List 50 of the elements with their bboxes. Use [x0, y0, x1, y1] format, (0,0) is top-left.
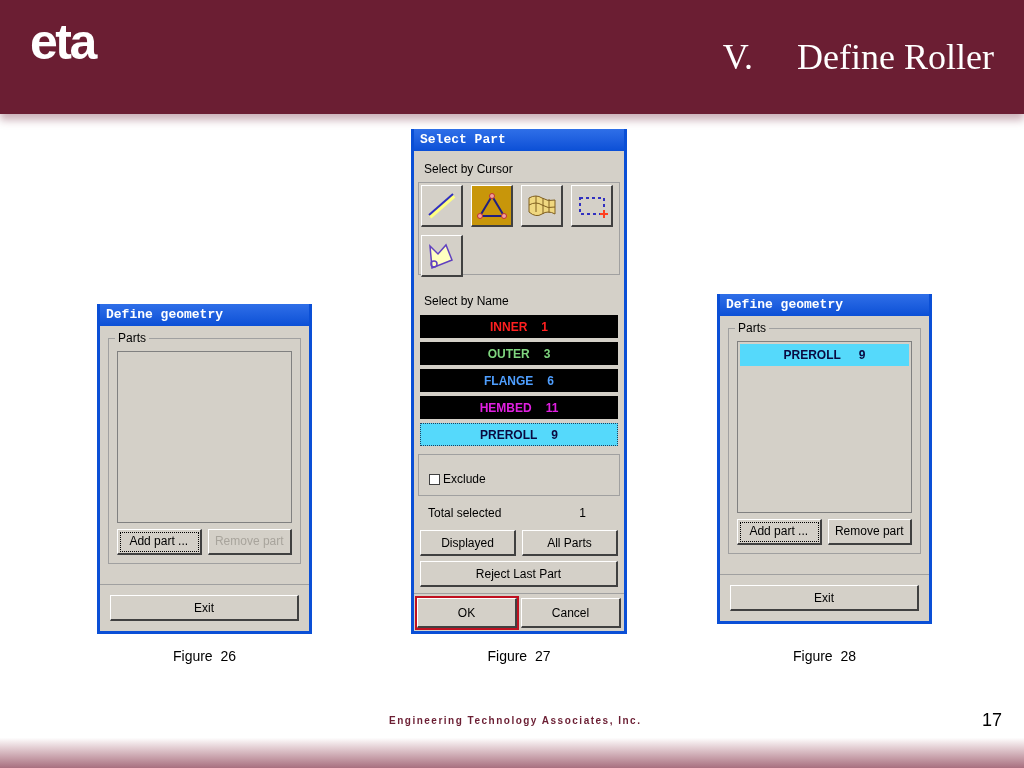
group-label: Parts — [115, 330, 149, 345]
logo: eta — [30, 17, 95, 67]
company-name: Engineering Technology Associates, Inc. — [389, 714, 642, 728]
tool-button[interactable] — [471, 185, 513, 227]
part-row[interactable]: FLANGE 6 — [420, 369, 618, 392]
window-title: Define geometry — [100, 303, 309, 326]
part-row[interactable]: PREROLL 9 — [420, 423, 618, 446]
window-title: Define geometry — [720, 293, 929, 316]
exclude-checkbox[interactable]: Exclude — [429, 470, 486, 488]
figure-caption: Figure 26 — [172, 647, 236, 666]
figure-caption: Figure 27 — [487, 647, 551, 666]
part-row[interactable]: INNER 1 — [420, 315, 618, 338]
part-number: 6 — [547, 372, 554, 390]
exit-button[interactable]: Exit — [110, 595, 299, 621]
part-row[interactable]: PREROLL 9 — [740, 343, 909, 366]
dialog-button[interactable]: Reject Last Part — [420, 561, 618, 587]
part-number: 3 — [543, 345, 551, 363]
triangle-icon — [475, 191, 508, 220]
window-title: Select Part — [414, 129, 624, 151]
figure-caption: Figure 28 — [792, 647, 856, 666]
total-value: 1 — [579, 505, 586, 522]
ok-button[interactable]: OK — [417, 598, 517, 628]
tool-button[interactable] — [521, 185, 563, 227]
part-number: 11 — [545, 399, 559, 417]
part-name: HEMBED — [479, 399, 532, 417]
dialog-button[interactable]: All Parts — [522, 530, 618, 556]
part-name: INNER — [490, 318, 528, 336]
tool-button[interactable] — [421, 185, 463, 227]
section-label: Select by Name — [424, 293, 510, 310]
slide-number-title: V. — [722, 36, 754, 79]
cancel-button[interactable]: Cancel — [521, 598, 621, 628]
part-name: PREROLL — [480, 426, 538, 444]
tool-button[interactable] — [571, 185, 613, 227]
part-row[interactable]: HEMBED 11 — [420, 396, 618, 419]
dialog-button[interactable]: Add part ... — [737, 518, 822, 545]
part-name: FLANGE — [484, 372, 534, 390]
group-label: Parts — [735, 320, 769, 335]
dialog-button[interactable]: Displayed — [420, 530, 516, 556]
page-number: 17 — [981, 709, 1002, 732]
section-label: Select by Cursor — [424, 161, 514, 178]
dialog-button[interactable]: Add part ... — [117, 528, 202, 555]
dialog-button[interactable]: Remove part — [827, 518, 912, 545]
total-label: Total selected — [428, 505, 503, 522]
tool-button[interactable] — [421, 235, 463, 277]
part-number: 1 — [541, 318, 548, 336]
part-number: 9 — [551, 426, 558, 444]
slide-title: Define Roller — [797, 36, 994, 79]
exit-button[interactable]: Exit — [730, 585, 919, 611]
part-row[interactable]: OUTER 3 — [420, 342, 618, 365]
part-name: OUTER — [487, 345, 530, 363]
